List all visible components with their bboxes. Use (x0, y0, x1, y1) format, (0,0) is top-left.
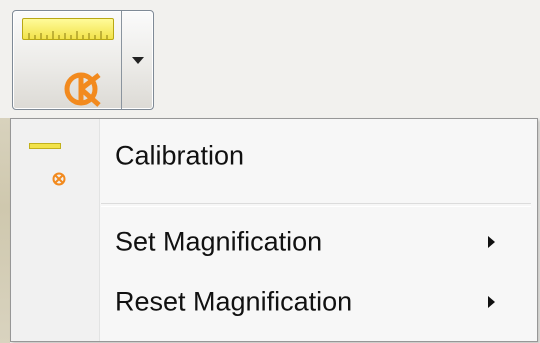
menu-separator (101, 203, 531, 207)
chevron-right-icon (488, 296, 495, 308)
ruler-icon (29, 143, 61, 149)
calibration-split-button[interactable] (12, 10, 154, 110)
menu-item-reset-magnification[interactable]: Reset Magnification (11, 273, 537, 331)
menu-item-label: Calibration (115, 140, 245, 171)
menu-item-label: Set Magnification (115, 226, 323, 257)
calibration-dropdown-menu: Calibration Set Magnification Reset Magn… (10, 118, 538, 342)
chevron-right-icon (488, 236, 495, 248)
menu-item-label: Reset Magnification (115, 286, 353, 317)
ruler-icon (22, 18, 114, 40)
calibration-button-main[interactable] (13, 11, 122, 109)
menu-item-set-magnification[interactable]: Set Magnification (11, 213, 537, 271)
calibration-dropdown-toggle[interactable] (122, 11, 153, 109)
calibration-icon (52, 172, 66, 186)
chevron-down-icon (132, 57, 144, 64)
calibration-icon (64, 72, 101, 107)
menu-item-calibration[interactable]: Calibration (11, 127, 537, 186)
background-panel (0, 118, 10, 343)
